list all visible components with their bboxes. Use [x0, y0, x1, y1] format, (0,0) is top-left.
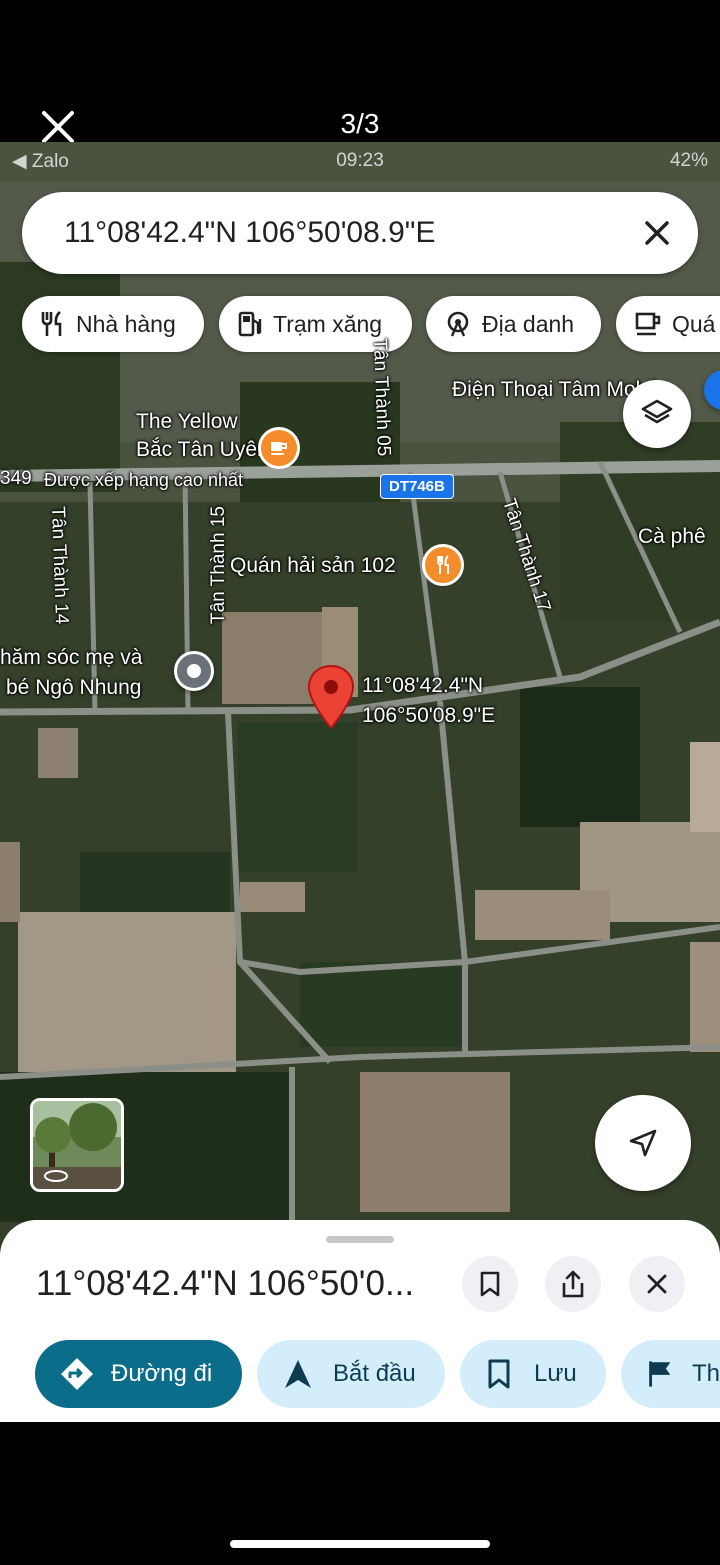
- layers-icon: [641, 399, 673, 424]
- directions-icon: [61, 1358, 93, 1390]
- status-battery: 42%: [669, 150, 708, 171]
- start-label: Bắt đầu: [333, 1360, 416, 1387]
- location-pin-icon[interactable]: [306, 664, 356, 730]
- pin-latitude-label: 11°08'42.4"N: [362, 674, 484, 697]
- restaurant-icon: [41, 310, 62, 336]
- chip-label: Địa danh: [482, 310, 575, 337]
- road-349-label: 349: [0, 468, 32, 489]
- map-label-seafood[interactable]: Quán hải sản 102: [230, 554, 396, 578]
- label-button[interactable]: Th: [621, 1340, 720, 1408]
- image-counter: 3/3: [340, 108, 380, 139]
- status-time: 09:23: [336, 150, 384, 171]
- save-label: Lưu: [534, 1360, 577, 1387]
- landmark-icon: [447, 311, 469, 337]
- navigation-arrow-icon: [629, 1129, 657, 1157]
- map-label-cafe-1[interactable]: The Yellow: [136, 410, 238, 434]
- search-bar[interactable]: 11°08'42.4"N 106°50'08.9"E: [22, 192, 698, 274]
- image-viewer-header: 3/3: [0, 0, 720, 143]
- bookmark-icon: [488, 1359, 510, 1389]
- gas-station-icon: [238, 311, 262, 337]
- cafe-poi-icon[interactable]: [258, 427, 300, 469]
- chip-landmarks[interactable]: Địa danh: [426, 296, 601, 352]
- chip-label: Nhà hàng: [76, 310, 176, 337]
- street-view-360-icon: [44, 1170, 68, 1182]
- directions-label: Đường đi: [111, 1360, 213, 1387]
- start-button[interactable]: Bắt đầu: [257, 1340, 445, 1408]
- street-view-thumbnail[interactable]: [30, 1098, 124, 1192]
- layers-button[interactable]: [623, 380, 691, 448]
- chip-restaurants[interactable]: Nhà hàng: [22, 296, 204, 352]
- map-label-cafe-2[interactable]: Bắc Tân Uyên: [136, 438, 269, 462]
- clear-search-icon[interactable]: [642, 218, 672, 248]
- close-sheet-button[interactable]: [629, 1256, 685, 1312]
- share-icon: [562, 1270, 584, 1298]
- coffee-icon: [635, 312, 661, 336]
- sheet-drag-handle[interactable]: [326, 1236, 394, 1243]
- chip-cafes[interactable]: Quá: [616, 296, 720, 352]
- status-bar: ◀ Zalo 09:23 42%: [0, 142, 720, 178]
- screenshot: ◀ Zalo 09:23 42% 11°08'42.4"N 106°50'08.…: [0, 142, 720, 1422]
- place-bottom-sheet[interactable]: 11°08'42.4"N 106°50'0... Đường đi Bắt đầ…: [0, 1220, 720, 1422]
- label-action-label: Th: [691, 1360, 720, 1387]
- share-button[interactable]: [545, 1256, 601, 1312]
- save-button[interactable]: Lưu: [460, 1340, 606, 1408]
- directions-button[interactable]: Đường đi: [35, 1340, 242, 1408]
- home-indicator[interactable]: [230, 1540, 490, 1548]
- place-poi-icon[interactable]: [174, 651, 214, 691]
- chip-label: Quá: [672, 310, 716, 337]
- bookmark-icon: [480, 1271, 500, 1297]
- map-label-cafe[interactable]: Cà phê: [638, 525, 706, 549]
- road-tan-thanh-15: Tân Thành 15: [208, 506, 229, 624]
- pin-longitude-label: 106°50'08.9"E: [362, 704, 496, 727]
- map-label-mother-baby-1[interactable]: hăm sóc mẹ và: [0, 646, 142, 670]
- place-title: 11°08'42.4"N 106°50'0...: [36, 1264, 415, 1303]
- chip-label: Trạm xăng: [273, 310, 383, 337]
- route-shield: DT746B: [380, 474, 454, 499]
- search-query[interactable]: 11°08'42.4"N 106°50'08.9"E: [64, 216, 435, 250]
- road-tan-thanh-14: Tân Thành 14: [47, 506, 73, 625]
- close-icon: [647, 1274, 667, 1294]
- save-bookmark-button[interactable]: [462, 1256, 518, 1312]
- my-location-button[interactable]: [595, 1095, 691, 1191]
- top-rated-label: Được xếp hạng cao nhất: [44, 470, 243, 490]
- road-tan-thanh-05: Tân Thành 05: [369, 338, 395, 457]
- flag-icon: [649, 1361, 671, 1387]
- restaurant-poi-icon[interactable]: [422, 544, 464, 586]
- navigate-arrow-icon: [285, 1360, 311, 1388]
- map-label-mother-baby-2[interactable]: bé Ngô Nhung: [6, 676, 141, 700]
